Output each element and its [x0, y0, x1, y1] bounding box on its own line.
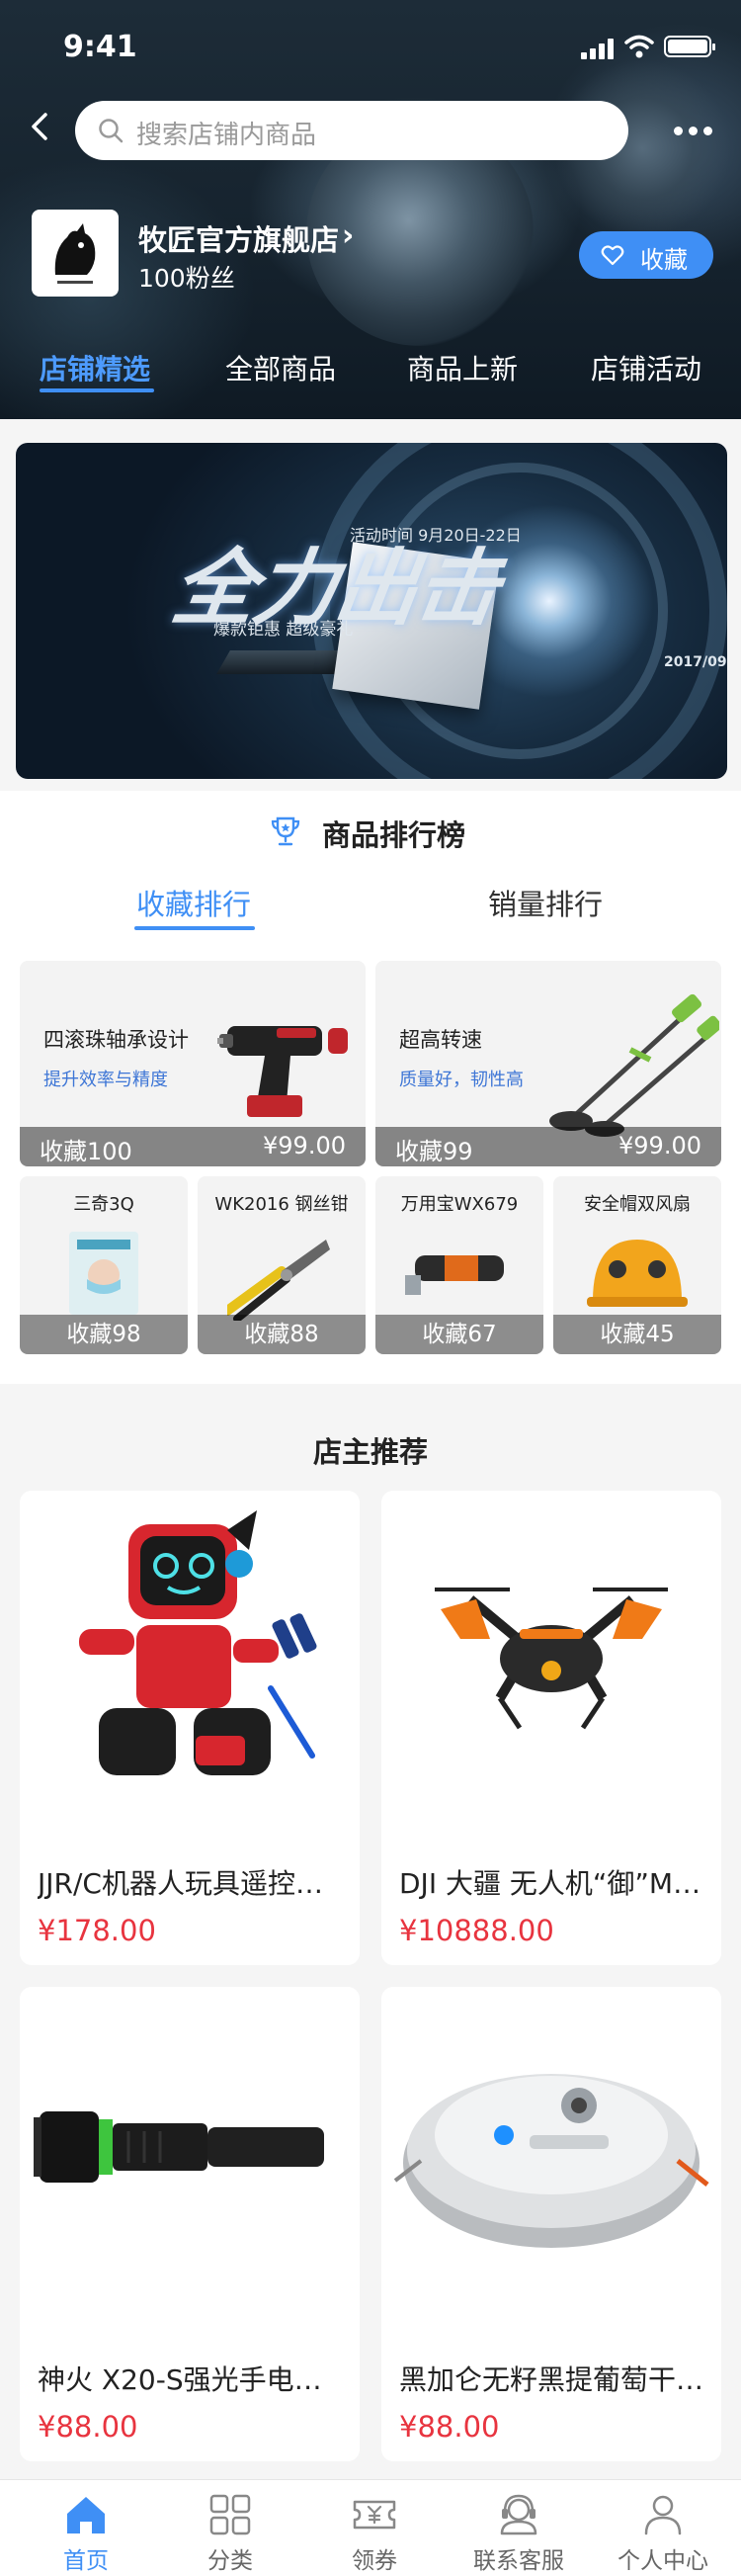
robot-toy-image	[79, 1510, 317, 1775]
customer-service-icon	[500, 2494, 537, 2535]
card-subtitle: 质量好，韧性高	[399, 1070, 524, 1090]
banner-year: 2017/09	[664, 654, 727, 670]
favorite-count: 收藏99	[395, 1138, 473, 1165]
follow-button[interactable]: 收藏	[579, 231, 713, 279]
product-name: 神火 X20-S强光手电筒充电	[38, 2363, 344, 2396]
nav-home[interactable]: 首页	[12, 2480, 160, 2576]
card-title: 万用宝WX679	[400, 1194, 519, 1215]
tab-featured[interactable]: 店铺精选	[40, 348, 150, 387]
price: ¥99.00	[263, 1132, 346, 1159]
grass-trimmer-image	[549, 993, 719, 1137]
recommend-section: 店主推荐 JJR/C机器人玩具遥控智能 ¥178.00 DJI 大疆 无人机“御…	[0, 1394, 741, 2481]
product-name: JJR/C机器人玩具遥控智能	[38, 1867, 344, 1900]
grid-icon	[209, 2494, 251, 2535]
product-card-robot[interactable]: JJR/C机器人玩具遥控智能 ¥178.00	[20, 1491, 360, 1965]
product-card-robot-vacuum[interactable]: 黑加仑无籽黑提葡萄干新疆 ¥88.00	[381, 1987, 721, 2461]
nav-label: 领券	[352, 2548, 397, 2574]
tab-sales-ranking[interactable]: 销量排行	[488, 882, 603, 923]
ranking-header: 商品排行榜	[0, 811, 741, 852]
favorite-count: 收藏98	[20, 1315, 188, 1354]
nav-label: 首页	[63, 2548, 109, 2574]
search-placeholder: 搜索店铺内商品	[136, 121, 317, 150]
drill-image	[217, 1026, 348, 1117]
product-price: ¥88.00	[38, 2410, 138, 2444]
bottom-tab-bar: 首页 分类 领券 联系客服 个人中心	[0, 2479, 741, 2576]
face-mask-image	[69, 1232, 138, 1315]
multitool-image	[405, 1255, 504, 1295]
ranking-card-trimmer[interactable]: 超高转速 质量好，韧性高 收藏99 ¥99.00	[375, 961, 721, 1166]
pliers-image	[227, 1240, 330, 1321]
drone-image	[435, 1588, 668, 1730]
back-icon[interactable]	[22, 107, 57, 146]
nav-profile[interactable]: 个人中心	[589, 2480, 737, 2576]
follow-label: 收藏	[640, 246, 688, 274]
ranking-tab-indicator	[134, 926, 255, 930]
promo-banner[interactable]: 全力出击 活动时间 9月20日-22日 爆款钜惠 超级豪礼 2017/09	[16, 443, 727, 779]
card-footer: 收藏100 ¥99.00	[20, 1127, 366, 1166]
wifi-icon	[624, 35, 654, 58]
coupon-icon	[353, 2500, 396, 2530]
shop-fans: 100粉丝	[138, 264, 235, 293]
card-title: 安全帽双风扇	[584, 1194, 691, 1215]
ranking-card-helmet[interactable]: 安全帽双风扇 收藏45	[553, 1176, 721, 1354]
tab-favorites-ranking[interactable]: 收藏排行	[136, 882, 251, 923]
ranking-card-drill[interactable]: 四滚珠轴承设计 提升效率与精度 收藏100 ¥99.00	[20, 961, 366, 1166]
robot-vacuum-image	[393, 2074, 709, 2248]
helmet-image	[587, 1240, 688, 1307]
tab-shop-events[interactable]: 店铺活动	[591, 348, 701, 387]
search-icon	[99, 119, 124, 143]
card-footer: 收藏99 ¥99.00	[375, 1127, 721, 1166]
card-title: 三奇3Q	[73, 1194, 134, 1215]
chevron-right-icon[interactable]: ›	[342, 218, 354, 253]
shop-name[interactable]: 牧匠官方旗舰店	[138, 217, 339, 259]
product-card-drone[interactable]: DJI 大疆 无人机“御”Mavic ¥10888.00	[381, 1491, 721, 1965]
nav-category[interactable]: 分类	[156, 2480, 304, 2576]
home-icon	[67, 2497, 105, 2533]
more-icon[interactable]	[672, 119, 715, 142]
product-price: ¥88.00	[399, 2410, 500, 2444]
favorite-count: 收藏100	[40, 1138, 132, 1165]
product-name: 黑加仑无籽黑提葡萄干新疆	[399, 2363, 705, 2396]
nav-coupons[interactable]: 领券	[300, 2480, 449, 2576]
user-icon	[644, 2495, 682, 2535]
nav-customer-service[interactable]: 联系客服	[445, 2480, 593, 2576]
favorite-count: 收藏88	[198, 1315, 366, 1354]
ranking-title: 商品排行榜	[322, 818, 466, 852]
product-name: DJI 大疆 无人机“御”Mavic	[399, 1867, 705, 1900]
nav-label: 个人中心	[618, 2548, 708, 2574]
product-card-flashlight[interactable]: 神火 X20-S强光手电筒充电 ¥88.00	[20, 1987, 360, 2461]
signal-icon	[581, 38, 617, 59]
active-tab-indicator	[40, 388, 154, 392]
nav-label: 联系客服	[473, 2548, 564, 2574]
status-bar: 9:41	[0, 0, 741, 87]
price: ¥99.00	[618, 1132, 701, 1159]
ranking-section: 商品排行榜 收藏排行 销量排行 四滚珠轴承设计 提升效率与精度 收藏100 ¥9…	[0, 791, 741, 1384]
card-title: 四滚珠轴承设计	[43, 1028, 189, 1052]
recommend-title: 店主推荐	[312, 1435, 428, 1469]
banner-date: 活动时间 9月20日-22日	[350, 526, 522, 545]
ranking-card-pliers[interactable]: WK2016 钢丝钳 收藏88	[198, 1176, 366, 1354]
card-title: 超高转速	[399, 1028, 482, 1052]
card-subtitle: 提升效率与精度	[43, 1070, 168, 1090]
card-title: WK2016 钢丝钳	[214, 1194, 349, 1215]
favorite-count: 收藏45	[553, 1315, 721, 1354]
heart-icon	[601, 245, 624, 266]
banner-subtitle: 爆款钜惠 超级豪礼	[213, 620, 354, 640]
shop-header: 9:41 搜索店铺内商品 牧匠官方旗舰店 › 100粉丝 收藏 店铺精选 全部商…	[0, 0, 741, 419]
search-input[interactable]: 搜索店铺内商品	[75, 101, 628, 160]
nav-label: 分类	[207, 2548, 253, 2574]
product-price: ¥10888.00	[399, 1914, 554, 1947]
shop-logo[interactable]	[32, 210, 119, 297]
trophy-icon	[271, 816, 300, 846]
ranking-card-mask[interactable]: 三奇3Q 收藏98	[20, 1176, 188, 1354]
flashlight-image	[34, 2111, 324, 2183]
tab-new-arrivals[interactable]: 商品上新	[407, 348, 518, 387]
status-time: 9:41	[63, 30, 137, 64]
tab-all-products[interactable]: 全部商品	[225, 348, 336, 387]
favorite-count: 收藏67	[375, 1315, 543, 1354]
ranking-card-multitool[interactable]: 万用宝WX679 收藏67	[375, 1176, 543, 1354]
product-price: ¥178.00	[38, 1914, 156, 1947]
battery-icon	[664, 36, 715, 57]
